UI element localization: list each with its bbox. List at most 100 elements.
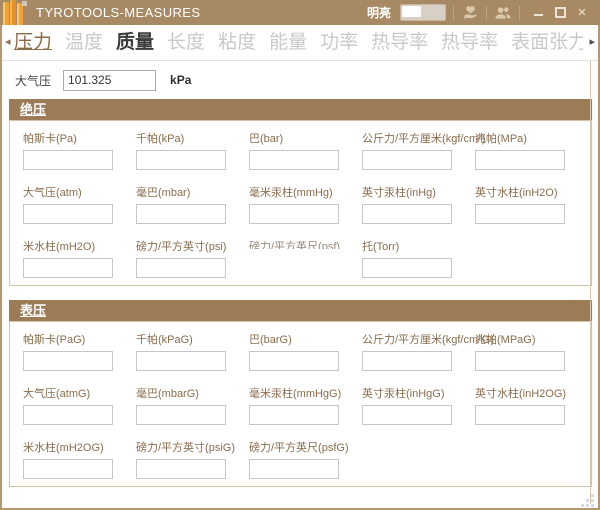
app-window: TYROTOOLS-MEASURES 明亮 ✕ (0, 0, 600, 510)
field-label-pag: 帕斯卡(PaG) (23, 334, 136, 347)
atmospheric-pressure-input[interactable] (63, 70, 156, 91)
tab-粘度[interactable]: 粘度 (218, 25, 256, 60)
field-pag: 帕斯卡(PaG) (23, 334, 136, 371)
field-label-pa: 帕斯卡(Pa) (23, 133, 136, 146)
unit-input-pag[interactable] (23, 351, 113, 371)
unit-input-mmhgg[interactable] (249, 405, 339, 425)
converter-row: 大气压 kPa (2, 61, 598, 99)
field-label-mbarg: 毫巴(mbarG) (136, 388, 249, 401)
field-kgfcm: 公斤力/平方厘米(kgf/cm²) (362, 133, 475, 170)
field-barg: 巴(barG) (249, 334, 362, 371)
unit-input-kgfcm[interactable] (362, 150, 452, 170)
field-kgfcmg: 公斤力/平方厘米(kgf/cm²G) (362, 334, 475, 371)
section-绝压: 绝压帕斯卡(Pa)千帕(kPa)巴(bar)公斤力/平方厘米(kgf/cm²)兆… (2, 99, 598, 286)
field-inh2og: 英寸水柱(inH2OG) (475, 388, 588, 425)
field-label-mh2o: 米水柱(mH2O) (23, 241, 136, 254)
tab-表面张力[interactable]: 表面张力 (511, 25, 583, 60)
field-label-mmhgg: 毫米汞柱(mmHgG) (249, 388, 362, 401)
resize-grip[interactable] (578, 491, 594, 507)
scroll-gutter (590, 61, 591, 504)
field-mbar: 毫巴(mbar) (136, 187, 249, 224)
maximize-button[interactable] (552, 4, 568, 22)
unit-input-atm[interactable] (23, 204, 113, 224)
unit-input-inhgg[interactable] (362, 405, 452, 425)
unit-input-mh2og[interactable] (23, 459, 113, 479)
unit-input-mh2o[interactable] (23, 258, 113, 278)
tab-热导率[interactable]: 热导率 (371, 25, 428, 60)
unit-input-psi[interactable] (136, 258, 226, 278)
tab-长度[interactable]: 长度 (167, 25, 205, 60)
close-icon: ✕ (577, 4, 586, 22)
tab-bar: ◂ 压力温度质量长度粘度能量功率热导率热导率表面张力 ▸ (2, 25, 598, 61)
field-inhgg: 英寸汞柱(inHgG) (362, 388, 475, 425)
field-mmhgg: 毫米汞柱(mmHgG) (249, 388, 362, 425)
unit-input-mpa[interactable] (475, 150, 565, 170)
field-label-atm: 大气压(atm) (23, 187, 136, 200)
unit-input-inh2og[interactable] (475, 405, 565, 425)
tab-温度[interactable]: 温度 (65, 25, 103, 60)
maximize-icon (555, 7, 566, 18)
content-area: ◂ 压力温度质量长度粘度能量功率热导率热导率表面张力 ▸ 大气压 kPa 绝压帕… (2, 25, 598, 508)
title-bar: TYROTOOLS-MEASURES 明亮 ✕ (0, 0, 600, 25)
unit-input-atmg[interactable] (23, 405, 113, 425)
hand-heart-icon[interactable] (461, 4, 479, 22)
tab-质量[interactable]: 质量 (116, 25, 154, 60)
field-label-barg: 巴(barG) (249, 334, 362, 347)
field-label-mh2og: 米水柱(mH2OG) (23, 442, 136, 455)
field-label-inh2o: 英寸水柱(inH2O) (475, 187, 588, 200)
field-psi: 磅力/平方英寸(psi) (136, 241, 249, 278)
minimize-icon (534, 14, 543, 16)
field-bar: 巴(bar) (249, 133, 362, 170)
unit-input-inhg[interactable] (362, 204, 452, 224)
tab-scroll-left-icon[interactable]: ◂ (5, 25, 11, 60)
tab-功率[interactable]: 功率 (320, 25, 358, 60)
unit-input-torr[interactable] (362, 258, 452, 278)
field-label-kgfcmg: 公斤力/平方厘米(kgf/cm²G) (362, 334, 475, 347)
field-kpa: 千帕(kPa) (136, 133, 249, 170)
unit-input-mpag[interactable] (475, 351, 565, 371)
unit-input-mbarg[interactable] (136, 405, 226, 425)
field-mbarg: 毫巴(mbarG) (136, 388, 249, 425)
field-label-psi: 磅力/平方英寸(psi) (136, 241, 249, 254)
section-title: 绝压 (9, 99, 592, 120)
field-label-psf: 磅力/平方英尺(psf) (249, 241, 362, 249)
field-psfg: 磅力/平方英尺(psfG) (249, 442, 362, 479)
close-button[interactable]: ✕ (574, 4, 590, 22)
field-label-mbar: 毫巴(mbar) (136, 187, 249, 200)
field-label-torr: 托(Torr) (362, 241, 475, 254)
users-icon[interactable] (494, 4, 512, 22)
unit-input-psig[interactable] (136, 459, 226, 479)
tab-能量[interactable]: 能量 (269, 25, 307, 60)
titlebar-separator (453, 6, 454, 20)
unit-input-kgfcmg[interactable] (362, 351, 452, 371)
field-psf: 磅力/平方英尺(psf) (249, 241, 362, 278)
section-panel: 帕斯卡(PaG)千帕(kPaG)巴(barG)公斤力/平方厘米(kgf/cm²G… (9, 321, 592, 487)
unit-input-kpag[interactable] (136, 351, 226, 371)
field-label-inh2og: 英寸水柱(inH2OG) (475, 388, 588, 401)
field-inhg: 英寸汞柱(inHg) (362, 187, 475, 224)
section-表压: 表压帕斯卡(PaG)千帕(kPaG)巴(barG)公斤力/平方厘米(kgf/cm… (2, 300, 598, 487)
tab-压力[interactable]: 压力 (14, 25, 52, 60)
unit-input-psfg[interactable] (249, 459, 339, 479)
converter-label: 大气压 (15, 72, 51, 89)
tab-热导率[interactable]: 热导率 (441, 25, 498, 60)
theme-toggle[interactable] (400, 4, 446, 21)
tab-scroll-right-icon[interactable]: ▸ (589, 25, 595, 60)
section-panel: 帕斯卡(Pa)千帕(kPa)巴(bar)公斤力/平方厘米(kgf/cm²)兆帕(… (9, 120, 592, 286)
section-title: 表压 (9, 300, 592, 321)
field-mh2o: 米水柱(mH2O) (23, 241, 136, 278)
unit-input-mmhg[interactable] (249, 204, 339, 224)
minimize-button[interactable] (530, 4, 546, 22)
field-atm: 大气压(atm) (23, 187, 136, 224)
field-mh2og: 米水柱(mH2OG) (23, 442, 136, 479)
unit-input-inh2o[interactable] (475, 204, 565, 224)
unit-input-pa[interactable] (23, 150, 113, 170)
field-kpag: 千帕(kPaG) (136, 334, 249, 371)
unit-input-bar[interactable] (249, 150, 339, 170)
field-torr: 托(Torr) (362, 241, 475, 278)
unit-input-kpa[interactable] (136, 150, 226, 170)
unit-input-barg[interactable] (249, 351, 339, 371)
unit-input-mbar[interactable] (136, 204, 226, 224)
converter-unit: kPa (170, 73, 191, 87)
toggle-knob (402, 6, 421, 17)
